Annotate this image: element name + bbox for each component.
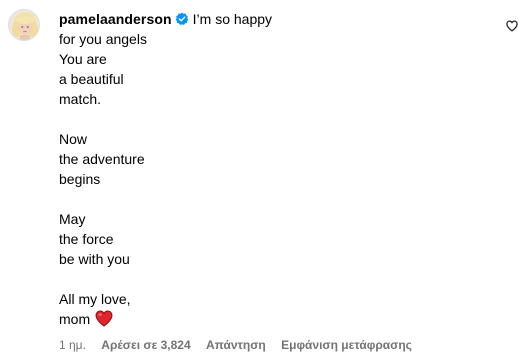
like-button[interactable] <box>506 20 518 32</box>
avatar[interactable] <box>8 9 40 41</box>
comment-line: May <box>59 211 86 227</box>
comment-last-line: mom <box>59 309 479 329</box>
comment-line: match. <box>59 91 102 107</box>
comment-line: begins <box>59 171 101 187</box>
timestamp[interactable]: 1 ημ. <box>59 338 86 352</box>
comment-line: Now <box>59 131 88 147</box>
comment-first-line: I’m so happy <box>192 11 273 27</box>
comment-line: for you angels <box>59 31 147 47</box>
comment-text: pamelaanderson I’m so happy for you angel… <box>59 9 479 329</box>
first-line: pamelaanderson I’m so happy <box>59 11 272 27</box>
verified-badge-icon <box>175 12 189 26</box>
comment-line: You are <box>59 51 107 67</box>
username[interactable]: pamelaanderson <box>59 11 172 27</box>
reply-button[interactable]: Απάντηση <box>206 338 266 352</box>
comment-line: the force <box>59 231 114 247</box>
comment-line: be with you <box>59 251 130 267</box>
likes-count-button[interactable]: Αρέσει σε 3,824 <box>101 338 190 352</box>
see-translation-button[interactable]: Εμφάνιση μετάφρασης <box>281 338 412 352</box>
red-heart-icon <box>95 310 113 327</box>
heart-outline-icon <box>506 20 518 32</box>
comment-line: All my love, <box>59 291 131 307</box>
comment-line: the adventure <box>59 151 145 167</box>
comment: pamelaanderson I’m so happy for you angel… <box>0 0 518 355</box>
comment-line: mom <box>59 311 91 327</box>
comment-meta: 1 ημ. Αρέσει σε 3,824 Απάντηση Εμφάνιση … <box>59 337 424 353</box>
comment-line: a beautiful <box>59 71 124 87</box>
avatar-image <box>9 10 39 40</box>
